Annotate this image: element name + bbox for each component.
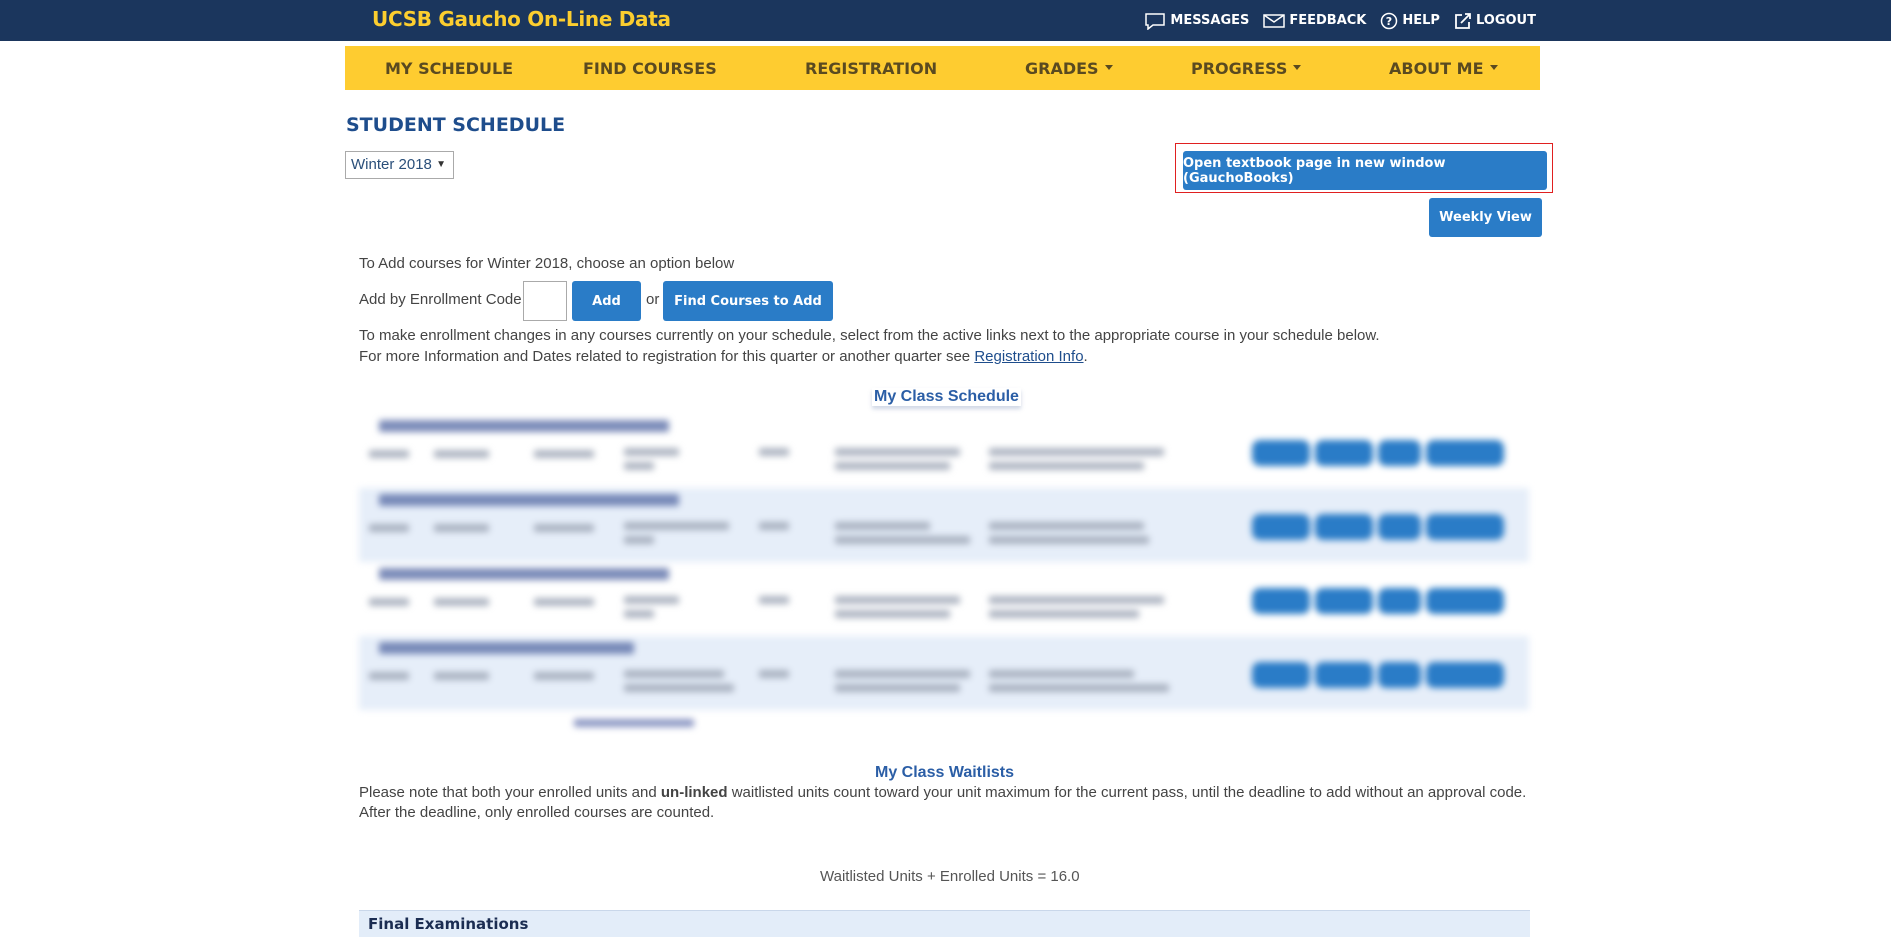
change-text: To make enrollment changes in any course… — [359, 327, 1380, 344]
course-title — [379, 568, 669, 580]
schedule-row — [359, 636, 1529, 710]
registration-info-link[interactable]: Registration Info — [974, 348, 1083, 365]
waitlist-note-suffix: waitlisted units count toward your unit … — [727, 784, 1527, 801]
nav-grades-label: GRADES — [1025, 59, 1099, 78]
registration-info-text: For more Information and Dates related t… — [359, 348, 1088, 365]
logout-label: LOGOUT — [1475, 13, 1536, 28]
nav-find-courses[interactable]: FIND COURSES — [583, 59, 717, 78]
caret-down-icon — [1104, 65, 1113, 70]
final-exams-header: Final Examinations — [359, 910, 1530, 937]
caret-down-icon — [1489, 65, 1498, 70]
waitlist-note-line2: After the deadline, only enrolled course… — [359, 804, 715, 821]
logout-icon — [1455, 12, 1471, 29]
nav-registration[interactable]: REGISTRATION — [805, 59, 937, 78]
caret-down-icon — [1293, 65, 1302, 70]
info-suffix: . — [1083, 348, 1088, 365]
weekly-view-button[interactable]: Weekly View — [1429, 198, 1542, 237]
units-summary: Waitlisted Units + Enrolled Units = 16.0 — [820, 868, 1080, 885]
nav-progress[interactable]: PROGRESS — [1191, 59, 1302, 78]
quarter-select-value: Winter 2018 — [351, 156, 432, 173]
brand-title[interactable]: UCSB Gaucho On-Line Data — [372, 7, 671, 31]
schedule-row — [359, 414, 1529, 488]
add-button[interactable]: Add — [572, 281, 641, 321]
dropdown-arrow-icon: ▼ — [436, 159, 446, 170]
schedule-row — [359, 488, 1529, 562]
waitlists-title: My Class Waitlists — [875, 764, 1015, 781]
main-nav: MY SCHEDULE FIND COURSES REGISTRATION GR… — [345, 46, 1540, 90]
schedule-row — [359, 562, 1529, 636]
enroll-code-input[interactable] — [523, 281, 567, 321]
messages-label: MESSAGES — [1170, 13, 1250, 28]
help-icon: ? — [1381, 12, 1398, 29]
message-icon — [1145, 12, 1166, 30]
course-title — [379, 642, 634, 654]
waitlist-note: Please note that both your enrolled unit… — [359, 784, 1526, 801]
add-intro-text: To Add courses for Winter 2018, choose a… — [359, 255, 735, 272]
svg-text:?: ? — [1386, 15, 1392, 28]
find-courses-button[interactable]: Find Courses to Add — [663, 281, 833, 321]
schedule-table-blurred — [359, 414, 1529, 740]
page-title: STUDENT SCHEDULE — [346, 114, 566, 136]
waitlist-note-prefix: Please note that both your enrolled unit… — [359, 784, 661, 801]
nav-grades[interactable]: GRADES — [1025, 59, 1113, 78]
info-prefix: For more Information and Dates related t… — [359, 348, 975, 365]
feedback-label: FEEDBACK — [1289, 13, 1367, 28]
quarter-select[interactable]: Winter 2018 ▼ — [345, 151, 454, 179]
or-text: or — [646, 291, 660, 308]
nav-about-me[interactable]: ABOUT ME — [1389, 59, 1498, 78]
final-exams-title: Final Examinations — [368, 915, 529, 933]
envelope-icon — [1263, 13, 1286, 28]
course-title — [379, 494, 679, 506]
logout-link[interactable]: LOGOUT — [1454, 12, 1536, 30]
nav-about-me-label: ABOUT ME — [1389, 59, 1484, 78]
nav-progress-label: PROGRESS — [1191, 59, 1288, 78]
top-links: MESSAGES FEEDBACK ? HELP LOGOUT — [1144, 0, 1536, 41]
course-title — [379, 420, 669, 432]
messages-link[interactable]: MESSAGES — [1144, 12, 1249, 30]
top-bar: UCSB Gaucho On-Line Data MESSAGES FEEDBA… — [0, 0, 1891, 41]
enroll-code-label: Add by Enrollment Code: — [359, 291, 526, 308]
schedule-title: My Class Schedule — [874, 388, 1019, 405]
waitlist-note-bold: un-linked — [660, 784, 728, 801]
nav-my-schedule[interactable]: MY SCHEDULE — [385, 59, 513, 78]
help-link[interactable]: ? HELP — [1380, 12, 1440, 30]
feedback-link[interactable]: FEEDBACK — [1263, 13, 1366, 29]
help-label: HELP — [1402, 13, 1440, 28]
total-units-row — [574, 719, 694, 727]
textbook-button[interactable]: Open textbook page in new window (Gaucho… — [1183, 151, 1547, 190]
